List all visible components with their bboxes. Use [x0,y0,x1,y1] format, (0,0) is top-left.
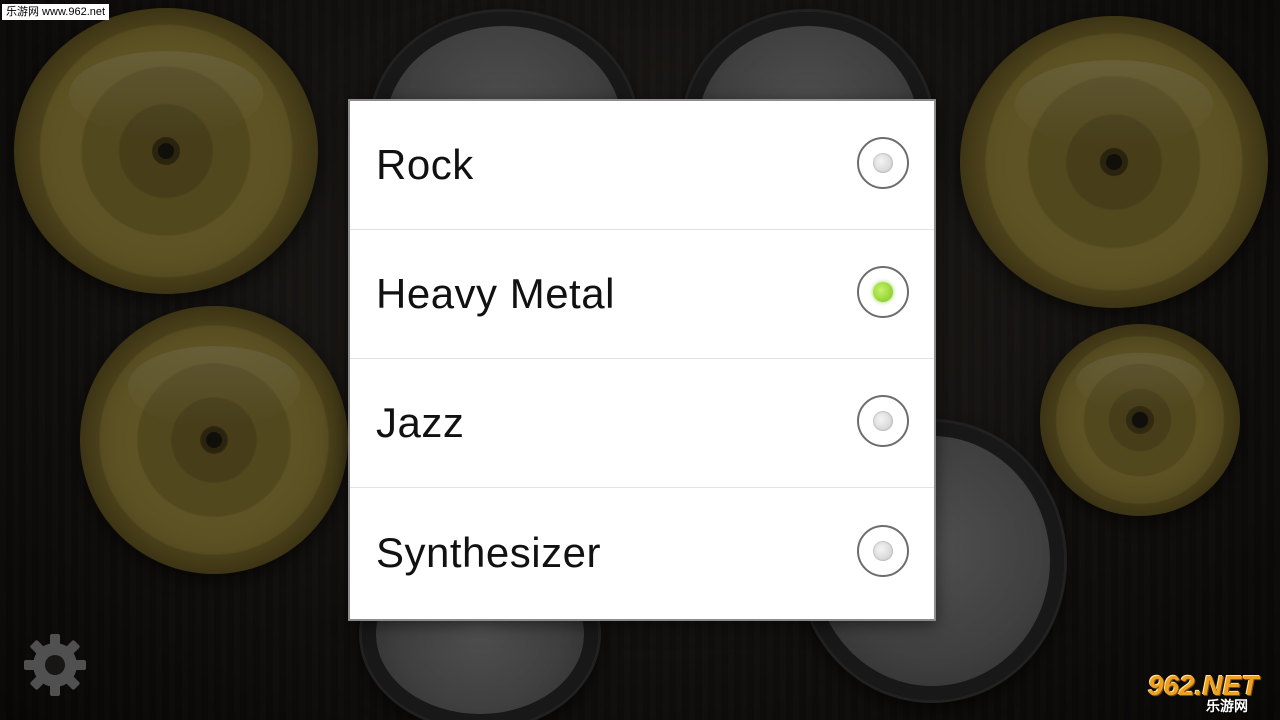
site-watermark: 乐游网 www.962.net [2,4,110,20]
option-label: Synthesizer [376,528,601,576]
brand-logo-secondary: 乐游网 [1206,698,1248,714]
radio-dot-icon [873,282,893,302]
option-jazz[interactable]: Jazz [350,359,934,488]
brand-logo: 962.NET 乐游网 [1146,670,1272,714]
kit-style-dialog: Rock Heavy Metal Jazz Synthesizer [348,99,936,621]
radio-button[interactable] [857,266,909,318]
option-heavy-metal[interactable]: Heavy Metal [350,230,934,359]
radio-dot-icon [873,411,893,431]
radio-button[interactable] [857,524,909,577]
radio-button[interactable] [857,395,909,447]
option-label: Heavy Metal [376,270,615,317]
radio-button[interactable] [857,137,909,189]
option-rock[interactable]: Rock [350,101,934,230]
radio-dot-icon [873,540,893,561]
option-label: Rock [376,141,474,188]
option-synthesizer[interactable]: Synthesizer [350,488,934,617]
drum-kit-stage: 乐游网 www.962.net 962.NET 乐游网 Rock Heavy M… [0,0,1280,720]
option-label: Jazz [376,399,465,446]
radio-dot-icon [873,153,893,173]
